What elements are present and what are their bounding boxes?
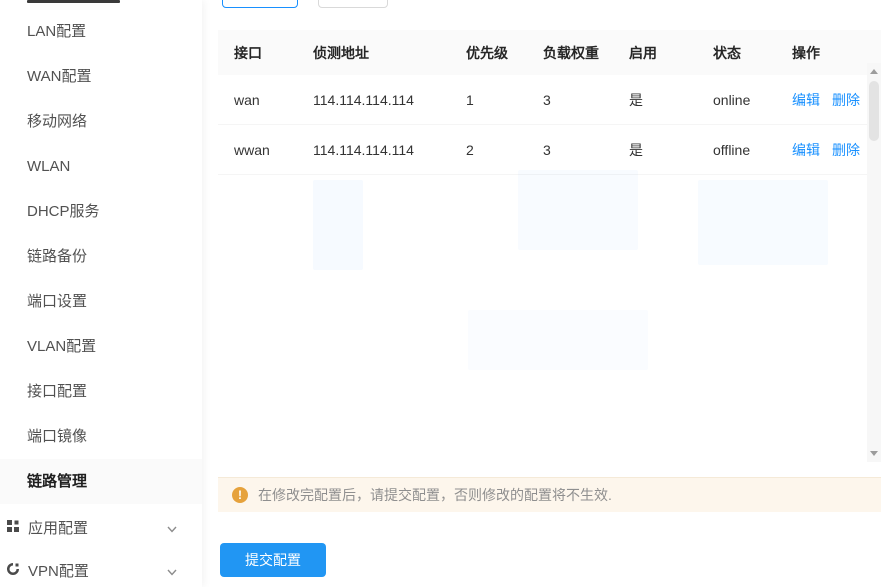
sidebar-group-app-config[interactable]: 应用配置 [0, 505, 202, 550]
sidebar-item-wan[interactable]: WAN配置 [0, 54, 202, 99]
cell-load-weight: 3 [543, 142, 629, 158]
watermark [698, 180, 828, 265]
table-row: wwan 114.114.114.114 2 3 是 offline 编辑 删除 [218, 125, 881, 175]
cell-enabled: 是 [629, 90, 713, 110]
edit-link[interactable]: 编辑 [792, 140, 820, 160]
cell-priority: 2 [466, 142, 543, 158]
sidebar: LAN配置 WAN配置 移动网络 WLAN DHCP服务 链路备份 端口设置 V… [0, 0, 202, 587]
warning-icon: ! [232, 487, 248, 503]
cell-interface: wan [234, 92, 313, 108]
warning-alert-text: 在修改完配置后，请提交配置，否则修改的配置将不生效. [258, 485, 612, 505]
sidebar-item-port-mirror[interactable]: 端口镜像 [0, 414, 202, 459]
sidebar-item-wlan[interactable]: WLAN [0, 144, 202, 189]
cell-status: online [713, 92, 792, 108]
sidebar-item-dhcp[interactable]: DHCP服务 [0, 189, 202, 234]
submit-config-button[interactable]: 提交配置 [220, 543, 326, 577]
sidebar-item-lan[interactable]: LAN配置 [0, 9, 202, 54]
col-header-interface: 接口 [234, 43, 313, 63]
sidebar-group-label: VPN配置 [28, 560, 89, 581]
chevron-down-icon [166, 522, 178, 534]
cell-enabled: 是 [629, 140, 713, 160]
sidebar-item-link-backup[interactable]: 链路备份 [0, 234, 202, 279]
cell-status: offline [713, 142, 792, 158]
table-header-row: 接口 侦测地址 优先级 负载权重 启用 状态 操作 [218, 30, 881, 75]
sidebar-item-mobile[interactable]: 移动网络 [0, 99, 202, 144]
sidebar-item-partial[interactable] [27, 0, 120, 3]
top-clipped-button-secondary[interactable] [318, 0, 388, 8]
chevron-down-icon [166, 565, 178, 577]
col-header-actions: 操作 [792, 43, 881, 63]
watermark [518, 170, 638, 250]
cell-probe-address: 114.114.114.114 [313, 142, 466, 158]
link-management-page: LAN配置 WAN配置 移动网络 WLAN DHCP服务 链路备份 端口设置 V… [0, 0, 885, 587]
col-header-load-weight: 负载权重 [543, 43, 629, 63]
edit-link[interactable]: 编辑 [792, 90, 820, 110]
vertical-scrollbar[interactable] [867, 63, 881, 462]
watermark [313, 180, 363, 270]
table-row: wan 114.114.114.114 1 3 是 online 编辑 删除 [218, 75, 881, 125]
apps-icon [6, 519, 20, 537]
vpn-globe-icon [6, 562, 20, 580]
sidebar-item-interface-config[interactable]: 接口配置 [0, 369, 202, 414]
scrollbar-thumb[interactable] [869, 81, 879, 141]
col-header-enabled: 启用 [629, 43, 713, 63]
delete-link[interactable]: 删除 [832, 90, 860, 110]
col-header-probe-address: 侦测地址 [313, 43, 466, 63]
sidebar-group-vpn-config[interactable]: VPN配置 [0, 548, 202, 587]
sidebar-item-vlan[interactable]: VLAN配置 [0, 324, 202, 369]
cell-load-weight: 3 [543, 92, 629, 108]
top-clipped-button-primary[interactable] [222, 0, 298, 8]
col-header-priority: 优先级 [466, 43, 543, 63]
scroll-down-arrow-icon[interactable] [870, 451, 878, 456]
cell-interface: wwan [234, 142, 313, 158]
cell-probe-address: 114.114.114.114 [313, 92, 466, 108]
sidebar-group-label: 应用配置 [28, 517, 88, 538]
col-header-status: 状态 [713, 43, 792, 63]
main-content: 接口 侦测地址 优先级 负载权重 启用 状态 操作 wan 114.114.11… [202, 0, 885, 587]
sidebar-item-link-management[interactable]: 链路管理 [0, 459, 202, 504]
link-table: 接口 侦测地址 优先级 负载权重 启用 状态 操作 wan 114.114.11… [218, 30, 881, 462]
cell-priority: 1 [466, 92, 543, 108]
watermark [468, 310, 648, 370]
warning-alert: ! 在修改完配置后，请提交配置，否则修改的配置将不生效. [218, 477, 881, 512]
scroll-up-arrow-icon[interactable] [870, 69, 878, 74]
delete-link[interactable]: 删除 [832, 140, 860, 160]
sidebar-item-port-settings[interactable]: 端口设置 [0, 279, 202, 324]
